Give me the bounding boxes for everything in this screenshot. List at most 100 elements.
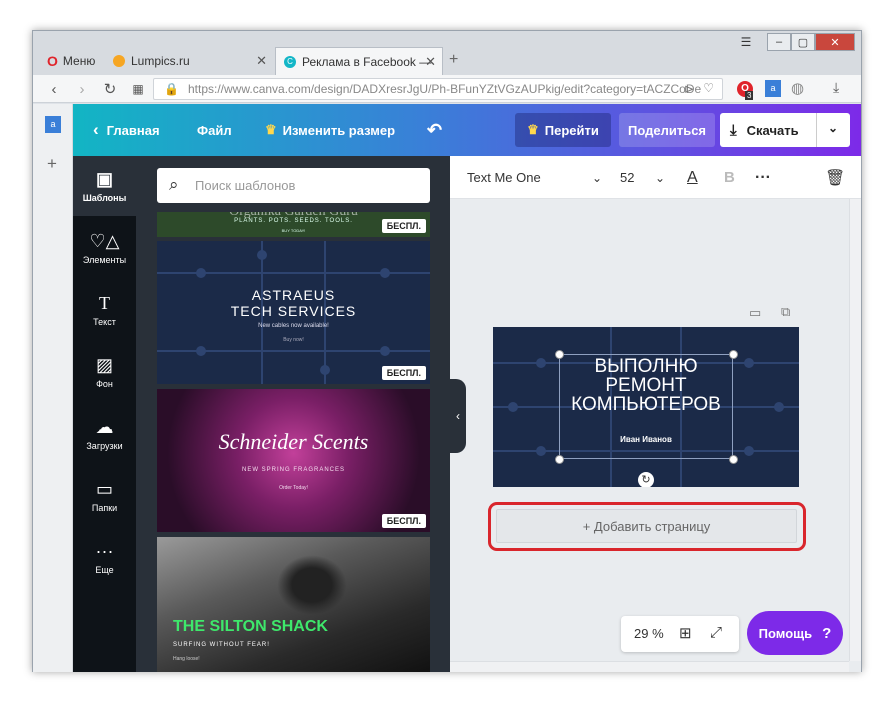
text-icon: T (99, 292, 110, 313)
font-size-select[interactable]: 52 ⌄ (620, 156, 665, 199)
maximize-button[interactable]: ▢ (791, 33, 815, 51)
nav-templates[interactable]: ▣ Шаблоны (73, 156, 136, 216)
nav-label: Шаблоны (82, 192, 127, 203)
add-sidebar-icon[interactable]: + (47, 154, 57, 174)
undo-icon[interactable]: ↶ (427, 104, 442, 156)
template-card-astraeus[interactable]: ASTRAEUS TECH SERVICES New cables now av… (157, 241, 430, 384)
tab-lumpics[interactable]: Lumpics.ru ✕ (105, 47, 273, 75)
translate-sidebar-icon[interactable]: a (45, 116, 61, 133)
chevron-down-icon: ⌄ (654, 170, 665, 185)
bold-icon[interactable]: B (724, 156, 735, 199)
nav-text[interactable]: T Текст (73, 280, 136, 340)
vertical-scrollbar[interactable] (849, 199, 861, 661)
design-name[interactable]: Иван Иванов (493, 435, 799, 444)
nav-uploads[interactable]: ☁ Загрузки (73, 404, 136, 464)
collapse-panel-button[interactable]: ‹ (450, 379, 466, 453)
download-button[interactable]: ⤓ Скачать ⌄ (720, 113, 850, 147)
opera-logo-icon: O (47, 53, 58, 69)
fullscreen-icon[interactable]: ⤢ (710, 624, 722, 641)
resize-handle[interactable] (555, 350, 564, 359)
forward-icon[interactable]: › (71, 78, 93, 100)
horizontal-scrollbar[interactable] (450, 661, 849, 672)
canva-topbar: ‹ Главная Файл ♛ Изменить размер ↶ ♛ Пер… (73, 104, 861, 156)
template-card-schneider[interactable]: Schneider Scents NEW SPRING FRAGRANCES O… (157, 389, 430, 532)
new-tab-button[interactable]: + (449, 51, 458, 69)
search-icon: ⌕ (169, 175, 179, 194)
canva-favicon-icon: C (284, 55, 296, 68)
download-arrow-icon: ⤓ (730, 121, 737, 139)
file-menu[interactable]: Файл (197, 104, 232, 156)
send-icon[interactable]: ⊳ (684, 82, 694, 96)
download-icon[interactable]: ⤓ (833, 79, 839, 96)
help-button[interactable]: Помощь ? (747, 611, 843, 655)
url-field[interactable]: 🔒 https://www.canva.com/design/DADXresrJ… (153, 78, 723, 100)
font-name: Text Me One (467, 170, 541, 185)
nav-elements[interactable]: ♡△ Элементы (73, 218, 136, 278)
template-title: Schneider Scents (218, 429, 369, 454)
free-badge: БЕСПЛ. (381, 366, 426, 380)
template-card-silton[interactable]: THE SILTON SHACK SURFING WITHOUT FEAR! H… (157, 537, 430, 672)
back-icon[interactable]: ‹ (43, 78, 65, 100)
rotate-handle-icon[interactable]: ↻ (638, 472, 654, 487)
reload-icon[interactable]: ↻ (99, 78, 121, 100)
template-search-input[interactable]: ⌕ Поиск шаблонов (157, 168, 430, 203)
trash-icon[interactable]: 🗑 (825, 156, 845, 199)
text-color-icon[interactable]: A (687, 156, 698, 199)
free-badge: БЕСПЛ. (381, 219, 426, 233)
resize-button[interactable]: ♛ Изменить размер (265, 104, 395, 156)
nav-background[interactable]: ▨ Фон (73, 342, 136, 402)
resize-handle[interactable] (729, 350, 738, 359)
nav-folders[interactable]: ▭ Папки (73, 466, 136, 526)
template-card-organika[interactable]: Organika Garden Guru PLANTS. POTS. SEEDS… (157, 212, 430, 237)
cloud-upload-icon: ☁ (95, 416, 114, 437)
font-family-select[interactable]: Text Me One ⌄ (467, 156, 602, 199)
home-label: Главная (106, 122, 160, 138)
opera-menu-button[interactable]: O Меню (39, 47, 103, 75)
resize-handle[interactable] (555, 455, 564, 464)
nav-label: Еще (95, 564, 114, 575)
divider (816, 113, 817, 147)
nav-label: Элементы (82, 254, 127, 265)
tab-title: Реклама в Facebook — B (302, 54, 432, 69)
opera-sidebar: a + (33, 104, 73, 672)
design-page[interactable]: ВЫПОЛНЮ РЕМОНТ КОМПЬЮТЕРОВ Иван Иванов ↻ (493, 327, 799, 487)
templates-panel: ⌕ Поиск шаблонов Organika Garden Guru PL… (136, 156, 450, 672)
tab-menu-icon[interactable]: ☰ (735, 33, 757, 51)
lock-icon: 🔒 (164, 82, 179, 96)
resize-handle[interactable] (729, 455, 738, 464)
more-dots-icon: ··· (95, 540, 114, 561)
comment-icon[interactable]: ▭ (749, 305, 761, 321)
zoom-level[interactable]: 29 % (634, 626, 664, 641)
design-title-line-3[interactable]: КОМПЬЮТЕРОВ (493, 394, 799, 416)
translate-icon[interactable]: a (765, 80, 781, 97)
background-icon: ▨ (95, 354, 113, 375)
speed-dial-icon[interactable]: ▦ (127, 78, 149, 100)
template-note: Order Today! (279, 485, 308, 491)
search-placeholder: Поиск шаблонов (195, 178, 296, 193)
template-subtitle: New cables now available! (258, 323, 329, 329)
close-tab-icon[interactable]: ✕ (256, 53, 267, 69)
template-note: Hang loose! (173, 656, 200, 662)
free-badge: БЕСПЛ. (381, 514, 426, 528)
vpn-globe-icon[interactable]: ◍ (791, 79, 804, 97)
grid-view-icon[interactable]: ⊞ (679, 624, 692, 642)
duplicate-page-icon[interactable]: ⧉ (781, 304, 790, 320)
heart-icon[interactable]: ♡ (703, 81, 714, 95)
nav-label: Загрузки (86, 440, 123, 451)
template-subtitle: SURFING WITHOUT FEAR! (173, 642, 270, 648)
share-button[interactable]: Поделиться (619, 113, 715, 147)
chevron-down-icon: ⌄ (591, 170, 602, 185)
chevron-down-icon[interactable]: ⌄ (828, 121, 838, 135)
more-options-icon[interactable]: ··· (755, 156, 771, 199)
go-pro-button[interactable]: ♛ Перейти (515, 113, 611, 147)
tab-canva[interactable]: C Реклама в Facebook — B ✕ (275, 47, 443, 75)
template-title-2: TECH SERVICES (230, 303, 357, 319)
minimize-button[interactable]: – (767, 33, 791, 51)
close-window-button[interactable]: ✕ (815, 33, 855, 51)
nav-more[interactable]: ··· Еще (73, 528, 136, 588)
home-link[interactable]: ‹ Главная (93, 104, 160, 156)
template-note: Buy now! (283, 337, 304, 343)
address-bar-row: ‹ › ↻ ▦ 🔒 https://www.canva.com/design/D… (33, 75, 861, 103)
close-tab-icon[interactable]: ✕ (425, 54, 436, 70)
crown-icon: ♛ (265, 122, 277, 137)
